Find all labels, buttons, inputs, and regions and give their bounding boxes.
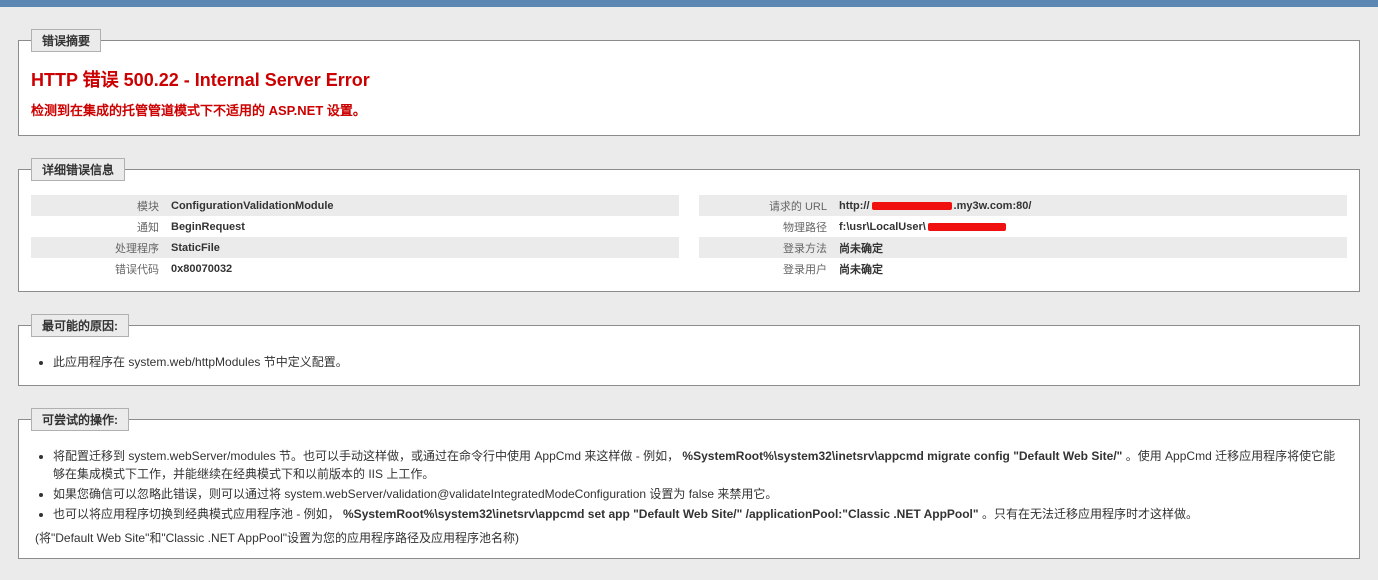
detail-row-login: 登录方法 尚未确定 [699,237,1347,258]
details-left-column: 模块 ConfigurationValidationModule 通知 Begi… [31,195,679,279]
try-command: %SystemRoot%\system32\inetsrv\appcmd set… [343,507,979,521]
detail-value: 尚未确定 [835,240,1347,256]
path-prefix: f:\usr\LocalUser\ [839,221,926,233]
error-title: HTTP 错误 500.22 - Internal Server Error [31,66,1347,92]
try-list: 将配置迁移到 system.webServer/modules 节。也可以手动这… [31,447,1347,523]
detail-label: 处理程序 [31,240,167,256]
error-subtitle: 检测到在集成的托管管道模式下不适用的 ASP.NET 设置。 [31,100,1347,119]
detail-value: StaticFile [167,242,679,254]
url-suffix: .my3w.com:80/ [954,200,1032,212]
detail-value: 尚未确定 [835,261,1347,277]
causes-list: 此应用程序在 system.web/httpModules 节中定义配置。 [31,353,1347,371]
detail-row-notify: 通知 BeginRequest [31,216,679,237]
detail-value: BeginRequest [167,221,679,233]
likely-causes-legend: 最可能的原因: [31,314,129,337]
detail-row-path: 物理路径 f:\usr\LocalUser\ [699,216,1347,237]
try-item-migrate: 将配置迁移到 system.webServer/modules 节。也可以手动这… [53,447,1347,483]
detail-value: ConfigurationValidationModule [167,200,679,212]
details-right-column: 请求的 URL http:// .my3w.com:80/ 物理路径 f:\us… [699,195,1347,279]
detail-row-errcode: 错误代码 0x80070032 [31,258,679,279]
detail-label: 模块 [31,198,167,214]
redacted-host [872,202,952,210]
detail-value: f:\usr\LocalUser\ [835,221,1347,233]
url-prefix: http:// [839,200,870,212]
detail-row-handler: 处理程序 StaticFile [31,237,679,258]
error-details-box: 详细错误信息 模块 ConfigurationValidationModule … [18,158,1360,292]
detail-label: 登录用户 [699,261,835,277]
try-item-classic: 也可以将应用程序切换到经典模式应用程序池 - 例如， %SystemRoot%\… [53,505,1347,523]
try-item-disable: 如果您确信可以忽略此错误，则可以通过将 system.webServer/val… [53,485,1347,503]
detail-value: http:// .my3w.com:80/ [835,200,1347,212]
detail-row-user: 登录用户 尚未确定 [699,258,1347,279]
try-note: (将"Default Web Site"和"Classic .NET AppPo… [31,529,1347,546]
try-box: 可尝试的操作: 将配置迁移到 system.webServer/modules … [18,408,1360,559]
detail-label: 请求的 URL [699,198,835,214]
try-command: %SystemRoot%\system32\inetsrv\appcmd mig… [682,449,1122,463]
detail-row-module: 模块 ConfigurationValidationModule [31,195,679,216]
error-summary-box: 错误摘要 HTTP 错误 500.22 - Internal Server Er… [18,29,1360,136]
detail-value: 0x80070032 [167,263,679,275]
redacted-folder [928,223,1006,231]
error-details-legend: 详细错误信息 [31,158,125,181]
detail-label: 通知 [31,219,167,235]
detail-label: 物理路径 [699,219,835,235]
detail-label: 登录方法 [699,240,835,256]
try-text: 将配置迁移到 system.webServer/modules 节。也可以手动这… [53,449,679,463]
detail-row-url: 请求的 URL http:// .my3w.com:80/ [699,195,1347,216]
cause-item: 此应用程序在 system.web/httpModules 节中定义配置。 [53,353,1347,371]
try-text: 。只有在无法迁移应用程序时才这样做。 [982,507,1198,521]
error-summary-legend: 错误摘要 [31,29,101,52]
detail-label: 错误代码 [31,261,167,277]
top-accent-bar [0,0,1378,7]
likely-causes-box: 最可能的原因: 此应用程序在 system.web/httpModules 节中… [18,314,1360,386]
try-legend: 可尝试的操作: [31,408,129,431]
try-text: 也可以将应用程序切换到经典模式应用程序池 - 例如， [53,507,340,521]
